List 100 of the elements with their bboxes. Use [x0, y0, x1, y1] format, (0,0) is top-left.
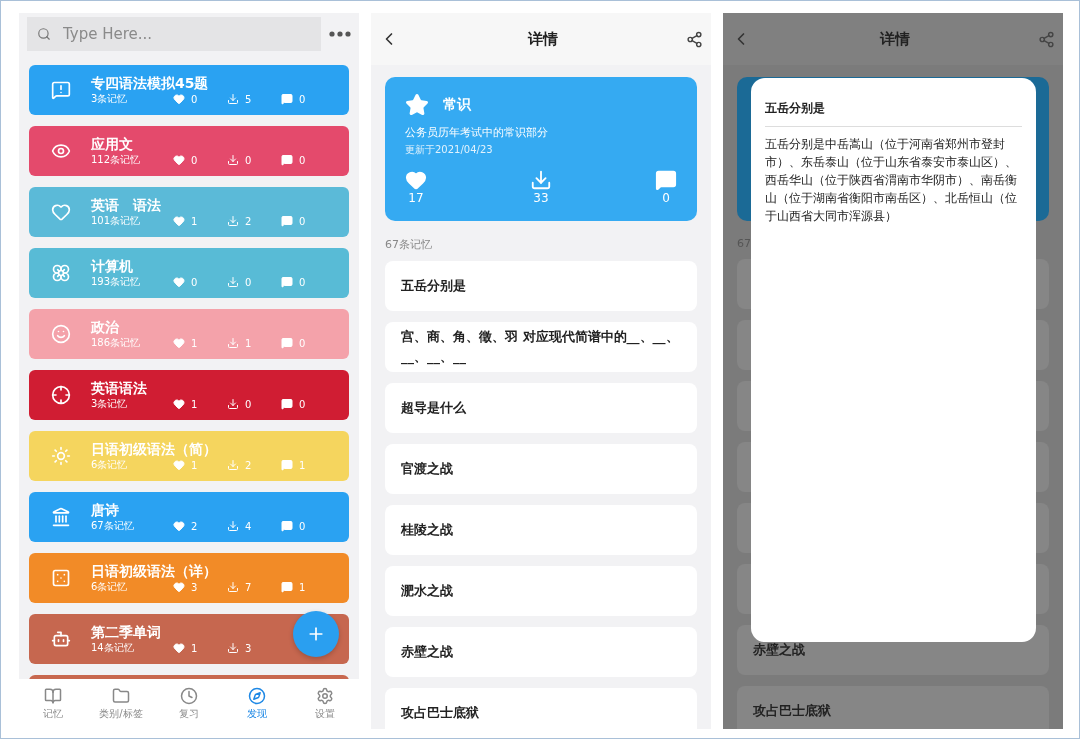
comment-icon	[281, 520, 293, 532]
like-count: 3	[191, 581, 198, 593]
download-count: 3	[245, 642, 252, 654]
deck-card[interactable]: 专四语法模拟45题 3条记忆 0 5 0	[29, 65, 349, 115]
screen-title: 详情	[527, 29, 558, 49]
memory-item[interactable]: 五岳分别是	[385, 261, 697, 311]
like-count: 1	[191, 337, 198, 349]
heart-icon	[173, 215, 185, 227]
download-icon	[227, 93, 239, 105]
crosshair-icon	[51, 385, 71, 405]
download-count: 0	[245, 398, 252, 410]
alert-chat-icon	[51, 80, 71, 100]
deck-card[interactable]: 政治 186条记忆 1 1 0	[29, 309, 349, 359]
comment-count: 1	[299, 459, 306, 471]
deck-title: 专四语法模拟45题	[91, 74, 209, 92]
more-button[interactable]	[329, 31, 351, 37]
download-icon	[227, 459, 239, 471]
comment-count: 0	[299, 215, 306, 227]
comment-count: 0	[299, 337, 306, 349]
memory-count: 6条记忆	[91, 458, 129, 472]
smile-icon	[51, 324, 71, 344]
download-count: 7	[245, 581, 252, 593]
heart-icon	[173, 398, 185, 410]
comment-count: 0	[662, 191, 670, 205]
heart-icon	[173, 642, 185, 654]
heart-icon	[405, 169, 427, 191]
comment-count: 0	[299, 154, 306, 166]
download-count: 2	[245, 215, 252, 227]
deck-title: 日语初级语法（详）	[91, 562, 217, 580]
nav-tab[interactable]: 类别/标签	[87, 679, 155, 729]
deck-title: 计算机	[91, 257, 133, 275]
like-count: 0	[191, 276, 198, 288]
comment-count: 1	[299, 581, 306, 593]
memory-item[interactable]: 超导是什么	[385, 383, 697, 433]
dialog-title: 五岳分别是	[765, 100, 1022, 127]
download-count: 4	[245, 520, 252, 532]
comment-icon	[281, 337, 293, 349]
download-icon	[227, 337, 239, 349]
memory-item[interactable]: 赤壁之战	[385, 627, 697, 677]
dice-icon	[51, 568, 71, 588]
deck-card[interactable]: 第二季单词 14条记忆 1 3	[29, 614, 349, 664]
memory-count: 14条记忆	[91, 641, 135, 655]
deck-title: 政治	[91, 318, 119, 336]
deck-title: 英语语法	[91, 379, 147, 397]
screen-title: 详情	[879, 29, 910, 49]
deck-title: 应用文	[91, 135, 133, 153]
download-count: 5	[245, 93, 252, 105]
eye-icon	[51, 141, 71, 161]
memory-item[interactable]: 攻占巴士底狱	[737, 686, 1049, 729]
memory-count: 67条记忆	[385, 237, 432, 252]
download-icon	[227, 642, 239, 654]
memory-item[interactable]: 官渡之战	[385, 444, 697, 494]
nav-tab[interactable]: 发现	[223, 679, 291, 729]
like-count: 2	[191, 520, 198, 532]
memory-item[interactable]: 桂陵之战	[385, 505, 697, 555]
nav-tab[interactable]: 设置	[291, 679, 359, 729]
heart-icon	[51, 202, 71, 222]
bank-icon	[51, 507, 71, 527]
deck-title: 日语初级语法（简）	[91, 440, 217, 458]
update-date: 更新于2021/04/23	[405, 143, 494, 157]
share-button[interactable]	[686, 30, 703, 48]
memory-count: 3条记忆	[91, 92, 129, 106]
more-icon	[329, 31, 351, 37]
download-icon	[530, 169, 552, 191]
settings-icon	[316, 687, 334, 705]
compass-icon	[248, 687, 266, 705]
flower-icon	[51, 263, 71, 283]
star-icon	[405, 93, 429, 117]
deck-card[interactable]: 计算机 193条记忆 0 0 0	[29, 248, 349, 298]
memory-item[interactable]: 攻占巴士底狱	[385, 688, 697, 729]
download-icon	[227, 276, 239, 288]
like-count: 1	[191, 459, 198, 471]
memory-item[interactable]: 淝水之战	[385, 566, 697, 616]
comment-count: 0	[299, 93, 306, 105]
deck-card[interactable]: 英语 语法 101条记忆 1 2 0	[29, 187, 349, 237]
download-icon	[227, 581, 239, 593]
comment-count: 0	[299, 276, 306, 288]
memory-count: 186条记忆	[91, 336, 142, 350]
robot-icon	[51, 629, 71, 649]
memory-count: 193条记忆	[91, 275, 142, 289]
search-field[interactable]: Type Here...	[27, 17, 321, 51]
deck-card[interactable]: 唐诗 67条记忆 2 4 0	[29, 492, 349, 542]
deck-card[interactable]: 应用文 112条记忆 0 0 0	[29, 126, 349, 176]
comment-icon	[655, 169, 677, 191]
comment-icon	[281, 459, 293, 471]
nav-tab[interactable]: 记忆	[19, 679, 87, 729]
deck-card[interactable]: 日语初级语法（详） 6条记忆 3 7 1	[29, 553, 349, 603]
memory-item[interactable]: 宫、商、角、徵、羽 对应现代简谱中的__、__、__、__、__	[385, 322, 697, 372]
heart-icon	[173, 520, 185, 532]
comment-icon	[281, 581, 293, 593]
nav-tab[interactable]: 复习	[155, 679, 223, 729]
share-icon	[1038, 30, 1055, 48]
deck-title: 英语 语法	[91, 196, 161, 214]
like-count: 1	[191, 642, 198, 654]
comment-icon	[281, 398, 293, 410]
comment-icon	[281, 93, 293, 105]
like-count: 17	[408, 191, 424, 205]
deck-card[interactable]: 英语语法 3条记忆 1 0 0	[29, 370, 349, 420]
heart-icon	[173, 93, 185, 105]
download-count: 2	[245, 459, 252, 471]
